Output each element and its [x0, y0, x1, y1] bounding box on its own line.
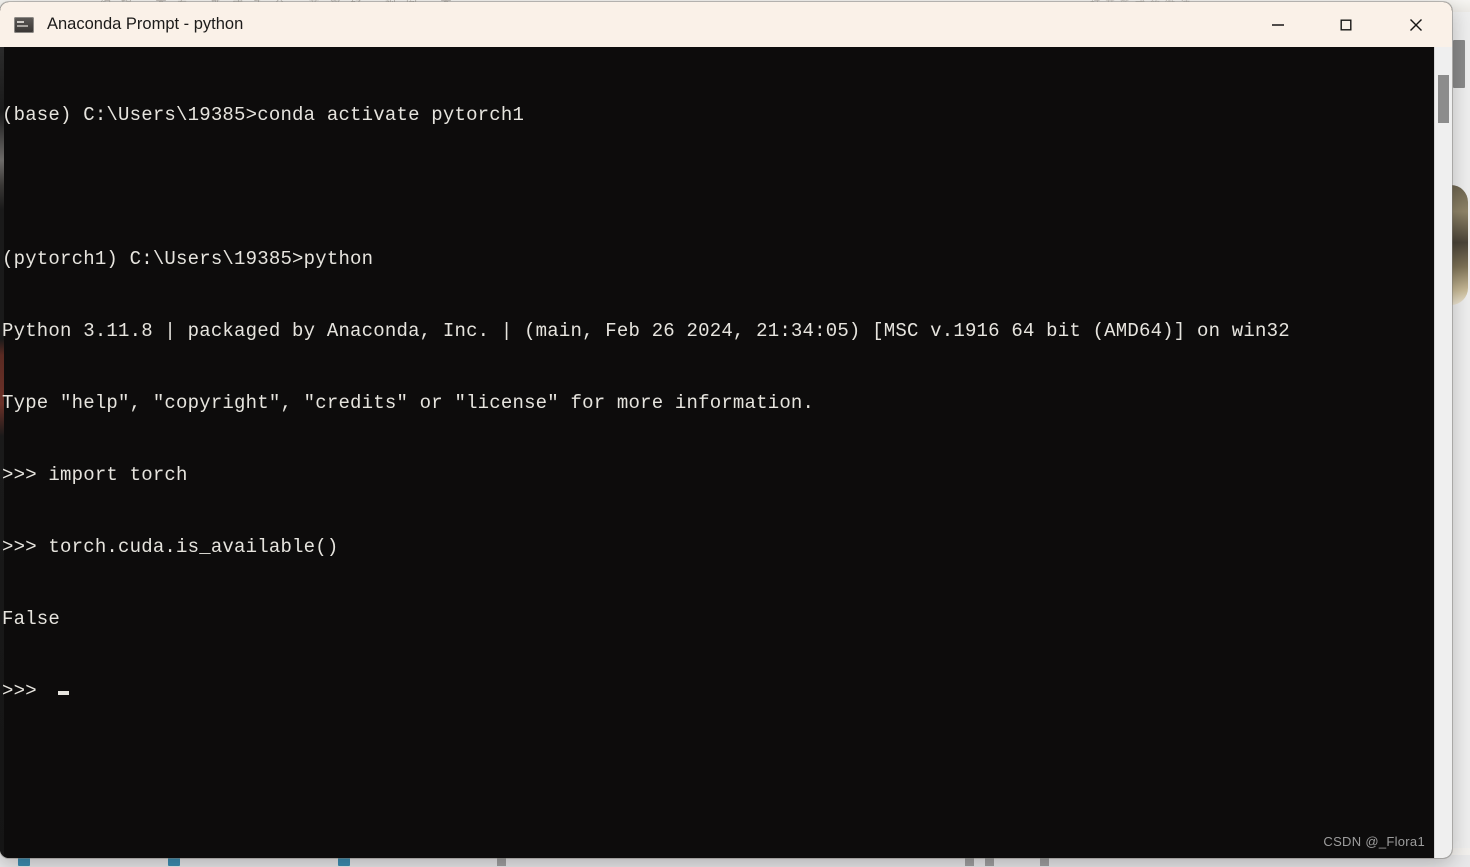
console-icon [14, 16, 34, 33]
console-line: >>> import torch [2, 464, 188, 486]
screen: 编辑 查看 新成千台 蓝浆好 视图 查… 打开新式的微波 Anaconda Pr… [0, 0, 1470, 867]
console-line: >>> torch.cuda.is_available() [2, 536, 339, 558]
taskbar-item-7[interactable] [1040, 858, 1049, 866]
taskbar-item-2[interactable] [168, 857, 180, 866]
maximize-button[interactable] [1312, 2, 1380, 47]
close-button[interactable] [1380, 2, 1452, 47]
taskbar-item-3[interactable] [338, 857, 350, 866]
terminal-body[interactable]: (base) C:\Users\19385>conda activate pyt… [0, 47, 1452, 858]
titlebar-left-group: Anaconda Prompt - python [0, 2, 243, 47]
terminal-scrollbar-thumb[interactable] [1438, 75, 1449, 123]
taskbar-item-5[interactable] [965, 858, 974, 866]
console-line: (pytorch1) C:\Users\19385>python [2, 248, 374, 270]
console-prompt-line: >>> [2, 679, 1434, 703]
console-line: False [2, 608, 61, 630]
text-cursor [58, 691, 70, 695]
console-line: Type "help", "copyright", "credits" or "… [2, 392, 815, 414]
console-output[interactable]: (base) C:\Users\19385>conda activate pyt… [0, 47, 1434, 858]
window-controls [1244, 2, 1452, 47]
console-prompt: >>> [2, 680, 49, 702]
terminal-scrollbar[interactable] [1434, 47, 1452, 858]
window-title: Anaconda Prompt - python [47, 15, 244, 33]
console-line: (base) C:\Users\19385>conda activate pyt… [2, 104, 525, 126]
console-line: Python 3.11.8 | packaged by Anaconda, In… [2, 320, 1290, 342]
taskbar-item-1[interactable] [18, 857, 30, 866]
background-scrollbar-thumb[interactable] [1453, 40, 1465, 88]
taskbar-item-6[interactable] [985, 858, 994, 866]
minimize-button[interactable] [1244, 2, 1312, 47]
taskbar-item-4[interactable] [497, 858, 506, 866]
window-titlebar[interactable]: Anaconda Prompt - python [0, 2, 1452, 47]
anaconda-prompt-window: Anaconda Prompt - python (base) C:\Users… [0, 2, 1452, 858]
